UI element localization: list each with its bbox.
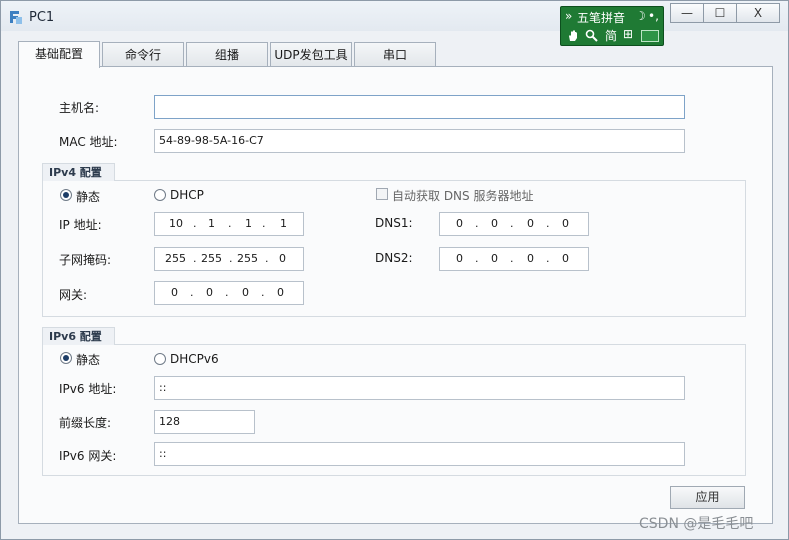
ipv6-static-radio[interactable] — [60, 352, 72, 364]
hostname-input[interactable] — [154, 95, 685, 119]
dns1-label: DNS1: — [375, 216, 413, 230]
subnet-mask-input[interactable]: 255 . 255 . 255 . 0 — [154, 247, 304, 271]
tab-udp-tool[interactable]: UDP发包工具 — [270, 42, 352, 67]
ime-name[interactable]: 五笔拼音 — [577, 9, 625, 26]
ipv6-gateway-label: IPv6 网关: — [59, 449, 117, 463]
ime-toggle-icon[interactable]: » — [565, 9, 572, 23]
close-icon: X — [753, 6, 763, 20]
ipv6-static-label[interactable]: 静态 — [76, 351, 100, 368]
subnet-mask-label: 子网掩码: — [59, 253, 112, 267]
ipv4-dhcp-radio[interactable] — [154, 189, 166, 201]
title-bar[interactable]: PC1 — ☐ X — [1, 1, 788, 31]
ip-address-input[interactable]: 10 . 1 . 1 . 1 — [154, 212, 304, 236]
tab-serial[interactable]: 串口 — [354, 42, 436, 67]
gateway-input[interactable]: 0 . 0 . 0 . 0 — [154, 281, 304, 305]
tab-basic-config[interactable]: 基础配置 — [18, 41, 100, 68]
minimize-icon: — — [681, 6, 693, 20]
ipv6-dhcp-label[interactable]: DHCPv6 — [170, 352, 219, 366]
ip-address-label: IP 地址: — [59, 218, 102, 232]
ipv6-group-title: IPv6 配置 — [42, 327, 115, 345]
ipv6-gateway-input[interactable]: :: — [154, 442, 685, 466]
close-button[interactable]: X — [736, 3, 780, 23]
ipv4-static-label[interactable]: 静态 — [76, 188, 100, 205]
dns1-input[interactable]: 0 . 0 . 0 . 0 — [439, 212, 589, 236]
ipv4-dhcp-label[interactable]: DHCP — [170, 188, 204, 202]
ime-toolbar[interactable]: » 五笔拼音 ☽ •, 简 ⊞ — [560, 6, 664, 46]
prefix-length-label: 前缀长度: — [59, 416, 112, 430]
punctuation-icon[interactable]: •, — [648, 9, 659, 23]
csdn-watermark: CSDN @是毛毛吧 — [639, 516, 754, 532]
ipv6-address-input[interactable]: :: — [154, 376, 685, 400]
ipv6-address-label: IPv6 地址: — [59, 382, 117, 396]
maximize-button[interactable]: ☐ — [703, 3, 737, 23]
ipv6-dhcp-radio[interactable] — [154, 353, 166, 365]
auto-dns-label[interactable]: 自动获取 DNS 服务器地址 — [392, 187, 533, 204]
search-icon[interactable] — [585, 29, 598, 42]
tab-multicast[interactable]: 组播 — [186, 42, 268, 67]
grid-icon[interactable]: ⊞ — [623, 27, 633, 41]
dns2-input[interactable]: 0 . 0 . 0 . 0 — [439, 247, 589, 271]
dns2-label: DNS2: — [375, 251, 413, 265]
hand-icon[interactable] — [567, 29, 580, 42]
hostname-label: 主机名: — [59, 101, 100, 115]
gateway-label: 网关: — [59, 288, 88, 302]
tab-command-line[interactable]: 命令行 — [102, 42, 184, 67]
moon-icon[interactable]: ☽ — [635, 9, 646, 23]
minimize-button[interactable]: — — [670, 3, 704, 23]
mac-input[interactable]: 54-89-98-5A-16-C7 — [154, 129, 685, 153]
ipv4-static-radio[interactable] — [60, 189, 72, 201]
apply-button[interactable]: 应用 — [670, 486, 745, 509]
window-title: PC1 — [29, 10, 55, 25]
ipv4-group-title: IPv4 配置 — [42, 163, 115, 181]
keyboard-icon[interactable] — [641, 30, 659, 42]
maximize-icon: ☐ — [714, 6, 726, 20]
ime-mode-label[interactable]: 简 — [605, 27, 617, 44]
auto-dns-checkbox[interactable] — [376, 188, 388, 200]
app-icon — [10, 11, 22, 24]
mac-label: MAC 地址: — [59, 135, 118, 149]
pc1-config-window: PC1 — ☐ X » 五笔拼音 ☽ •, 简 ⊞ 基础配置 命令行 组播 UD… — [0, 0, 789, 540]
prefix-length-input[interactable]: 128 — [154, 410, 255, 434]
